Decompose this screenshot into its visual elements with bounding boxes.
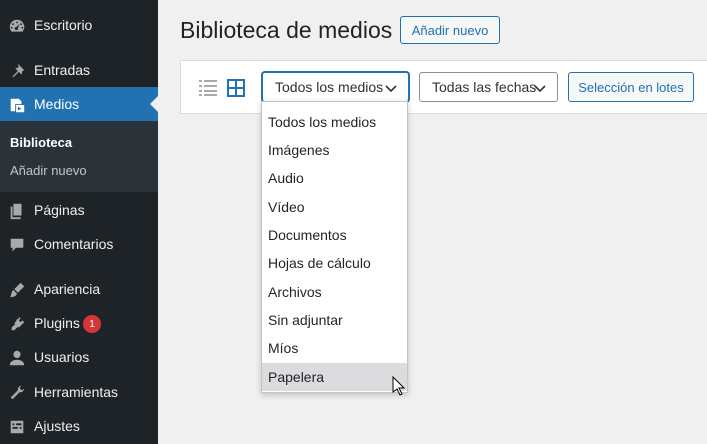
media-type-filter[interactable]: Todos los medios [262,72,409,102]
option-imagenes[interactable]: Imágenes [262,136,407,164]
menu-item-herramientas[interactable]: Herramientas [0,375,158,409]
menu-label: Páginas [34,202,85,218]
dashboard-icon [7,16,27,36]
menu-label: Comentarios [34,236,114,252]
media-toolbar: Todos los medios Todas las fechas Selecc… [180,60,707,114]
grid-view-icon[interactable] [226,78,246,98]
comments-icon [7,235,27,255]
menu-label: Medios [34,96,80,112]
option-mios[interactable]: Míos [262,334,407,362]
option-sin-adjuntar[interactable]: Sin adjuntar [262,306,407,334]
option-todos-los-medios[interactable]: Todos los medios [262,108,407,136]
menu-label: Ajustes [34,418,80,434]
menu-item-ajustes[interactable]: Ajustes [0,409,158,443]
menu-label: Plugins [34,315,80,331]
chevron-down-icon [534,85,546,93]
list-view-icon[interactable] [198,78,218,98]
menu-label: Apariencia [34,281,101,297]
menu-item-plugins[interactable]: Plugins 1 [0,306,158,340]
plugins-update-badge: 1 [83,315,101,333]
option-archivos[interactable]: Archivos [262,278,407,306]
tools-icon [7,383,27,403]
submenu-item-anadir-nuevo[interactable]: Añadir nuevo [10,163,87,178]
submenu-item-biblioteca[interactable]: Biblioteca [10,135,72,150]
option-video[interactable]: Vídeo [262,193,407,221]
media-icon [7,95,27,115]
settings-icon [7,417,27,437]
mouse-pointer-icon [392,376,406,396]
menu-item-comentarios[interactable]: Comentarios [0,227,158,261]
menu-label: Escritorio [34,17,93,33]
chevron-down-icon [385,85,397,93]
bulk-select-button[interactable]: Selección en lotes [568,72,694,102]
menu-label: Herramientas [34,384,119,400]
add-new-button[interactable]: Añadir nuevo [400,16,500,44]
option-audio[interactable]: Audio [262,164,407,192]
menu-item-entradas[interactable]: Entradas [0,53,158,87]
menu-item-medios[interactable]: Medios [0,87,158,121]
plugins-icon [7,314,27,334]
admin-sidebar: Escritorio Entradas Medios Biblioteca Añ… [0,0,158,444]
menu-item-usuarios[interactable]: Usuarios [0,340,158,374]
date-filter[interactable]: Todas las fechas [419,72,558,102]
media-submenu: Biblioteca Añadir nuevo [0,121,158,192]
appearance-icon [7,280,27,300]
menu-item-paginas[interactable]: Páginas [0,193,158,227]
option-papelera[interactable]: Papelera [262,363,407,391]
media-type-dropdown-list: Todos los medios Imágenes Audio Vídeo Do… [261,101,408,393]
page-title: Biblioteca de medios [180,17,393,43]
menu-label: Entradas [34,62,91,78]
option-hojas-de-calculo[interactable]: Hojas de cálculo [262,249,407,277]
users-icon [7,348,27,368]
menu-item-apariencia[interactable]: Apariencia [0,272,158,306]
menu-label: Usuarios [34,349,90,365]
menu-item-escritorio[interactable]: Escritorio [0,8,158,42]
option-documentos[interactable]: Documentos [262,221,407,249]
media-type-filter-value: Todos los medios [275,79,384,95]
pin-icon [7,61,27,81]
pages-icon [7,201,27,221]
date-filter-value: Todas las fechas [432,79,537,95]
